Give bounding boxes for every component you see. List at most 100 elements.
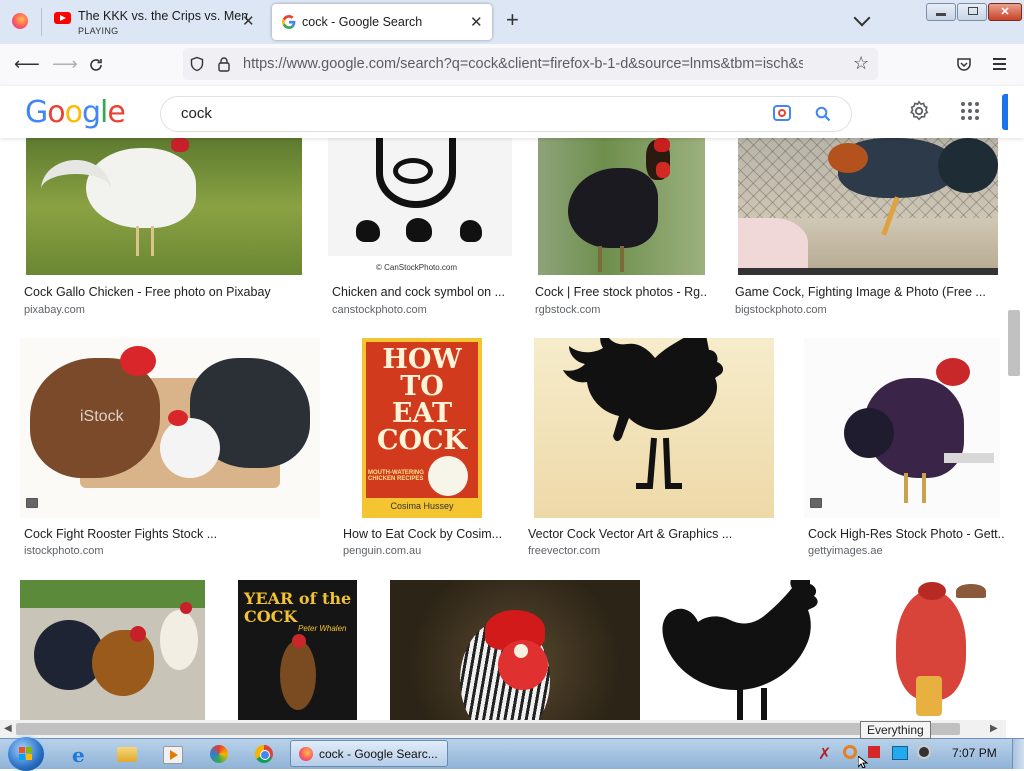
book-title: YEAR of the COCK (244, 589, 352, 626)
network-icon[interactable] (892, 746, 908, 760)
result-image[interactable] (538, 138, 705, 275)
url-host: https://www.google.com (243, 56, 397, 72)
result-image[interactable]: HOW TO EAT COCK MOUTH-WATERING CHICKEN R… (340, 338, 504, 518)
close-window-button[interactable]: ✕ (988, 3, 1022, 21)
tab-google-search[interactable]: cock - Google Search ✕ (272, 4, 492, 40)
watermark-text: iStock (80, 408, 124, 425)
pocket-icon[interactable] (956, 56, 972, 72)
back-arrow-icon[interactable]: ⟵ (14, 54, 40, 75)
result-image[interactable] (20, 580, 205, 720)
navigation-toolbar: ⟵ ⟶ https://www.google.com/search?q=cock… (0, 44, 1024, 87)
result-image[interactable] (804, 338, 1000, 518)
result-source[interactable]: rgbstock.com (535, 304, 600, 316)
mouse-cursor-icon (858, 756, 868, 768)
minimize-button[interactable] (926, 3, 956, 21)
url-path: /search?q=cock&client=firefox-b-1-d&sour… (396, 56, 803, 72)
apps-grid-icon[interactable] (961, 102, 979, 120)
horizontal-scrollbar[interactable]: ◀ ▶ (0, 720, 1006, 738)
result-image[interactable]: YEAR of the COCK Peter Whalen (238, 580, 357, 720)
result-caption[interactable]: How to Eat Cock by Cosim... (343, 527, 503, 541)
chrome-icon[interactable] (255, 745, 273, 763)
result-source[interactable]: penguin.com.au (343, 545, 421, 557)
close-icon[interactable]: ✕ (470, 13, 483, 31)
internet-explorer-icon[interactable]: e (72, 743, 94, 767)
tab-video[interactable]: The KKK vs. the Crips vs. Memp PLAYING ✕ (42, 2, 270, 42)
result-source[interactable]: freevector.com (528, 545, 600, 557)
lock-icon[interactable] (217, 56, 231, 72)
result-image[interactable] (26, 138, 302, 275)
clock[interactable]: 7:07 PM (952, 746, 997, 760)
scrollbar-thumb[interactable] (1008, 310, 1020, 376)
image-type-icon (810, 498, 822, 508)
scroll-left-icon[interactable]: ◀ (4, 723, 12, 734)
media-player-icon[interactable] (163, 746, 183, 764)
firefox-icon (299, 747, 313, 761)
hamburger-menu-icon[interactable] (993, 58, 1006, 70)
search-input[interactable]: cock (181, 105, 212, 122)
search-box[interactable]: cock (160, 96, 852, 132)
result-caption[interactable]: Cock Fight Rooster Fights Stock ... (24, 527, 320, 541)
result-source[interactable]: bigstockphoto.com (735, 304, 827, 316)
everything-search-icon[interactable] (843, 745, 857, 759)
vertical-scrollbar[interactable] (1006, 138, 1024, 720)
tab-title: cock - Google Search (302, 15, 423, 29)
result-image[interactable] (860, 580, 1004, 720)
taskbar-window-title: cock - Google Searc... (319, 747, 438, 761)
search-icon[interactable] (815, 106, 831, 122)
result-image[interactable] (390, 580, 640, 720)
result-source[interactable]: canstockphoto.com (332, 304, 427, 316)
result-image[interactable] (738, 138, 998, 275)
result-caption[interactable]: Chicken and cock symbol on ... (332, 285, 512, 299)
folder-icon[interactable] (117, 747, 137, 762)
google-header: Google cock (0, 86, 1024, 138)
tracking-shield-icon[interactable] (189, 56, 205, 72)
camera-search-icon[interactable] (773, 105, 791, 121)
tab-strip: The KKK vs. the Crips vs. Memp PLAYING ✕… (0, 0, 1024, 44)
result-image[interactable]: © CanStockPhoto.com (328, 138, 512, 275)
action-center-flag-icon[interactable] (868, 746, 880, 758)
show-desktop-button[interactable] (1012, 739, 1024, 769)
url-text[interactable]: https://www.google.com/search?q=cock&cli… (243, 56, 803, 72)
result-caption[interactable]: Cock High-Res Stock Photo - Gett... (808, 527, 1004, 541)
firefox-icon[interactable] (12, 13, 28, 29)
account-avatar[interactable] (1002, 94, 1008, 130)
result-source[interactable]: pixabay.com (24, 304, 85, 316)
result-caption[interactable]: Vector Cock Vector Art & Graphics ... (528, 527, 748, 541)
close-icon[interactable]: ✕ (242, 12, 255, 30)
image-type-icon (26, 498, 38, 508)
tab-title: The KKK vs. the Crips vs. Memp (78, 9, 248, 23)
forward-arrow-icon[interactable]: ⟶ (52, 54, 78, 75)
result-caption[interactable]: Cock Gallo Chicken - Free photo on Pixab… (24, 285, 304, 299)
url-bar[interactable]: https://www.google.com/search?q=cock&cli… (183, 48, 878, 80)
list-all-tabs-icon[interactable] (853, 9, 871, 27)
result-source[interactable]: istockphoto.com (24, 545, 103, 557)
scroll-right-icon[interactable]: ▶ (990, 723, 998, 734)
tab-playing-label: PLAYING (78, 26, 119, 36)
youtube-icon (54, 12, 71, 24)
taskbar-window-firefox[interactable]: cock - Google Searc... (290, 740, 448, 767)
settings-gear-icon[interactable] (908, 100, 930, 122)
taskbar: e cock - Google Searc... ✗ 7:07 PM (0, 737, 1024, 771)
book-subtitle: MOUTH-WATERING CHICKEN RECIPES (368, 470, 424, 482)
google-g-icon (282, 15, 296, 29)
result-caption[interactable]: Game Cock, Fighting Image & Photo (Free … (735, 285, 995, 299)
result-image[interactable] (660, 580, 838, 720)
start-button[interactable] (8, 737, 44, 771)
volume-icon[interactable] (917, 745, 931, 759)
result-source[interactable]: gettyimages.ae (808, 545, 883, 557)
google-logo[interactable]: Google (25, 95, 126, 130)
book-author: Cosima Hussey (390, 501, 454, 511)
paint-app-icon[interactable] (210, 745, 228, 763)
result-caption[interactable]: Cock | Free stock photos - Rg... (535, 285, 707, 299)
book-author: Peter Whalen (298, 624, 347, 633)
new-tab-button[interactable]: + (506, 9, 519, 31)
tray-tool-icon[interactable]: ✗ (818, 744, 831, 764)
bookmark-star-icon[interactable]: ☆ (853, 53, 869, 74)
reload-icon[interactable] (88, 57, 104, 73)
restore-button[interactable] (957, 3, 987, 21)
rooster-silhouette-icon (662, 580, 818, 720)
rooster-silhouette-icon (563, 338, 724, 489)
result-image[interactable] (534, 338, 774, 518)
result-image[interactable]: iStock (20, 338, 320, 518)
scrollbar-thumb[interactable] (16, 723, 960, 735)
